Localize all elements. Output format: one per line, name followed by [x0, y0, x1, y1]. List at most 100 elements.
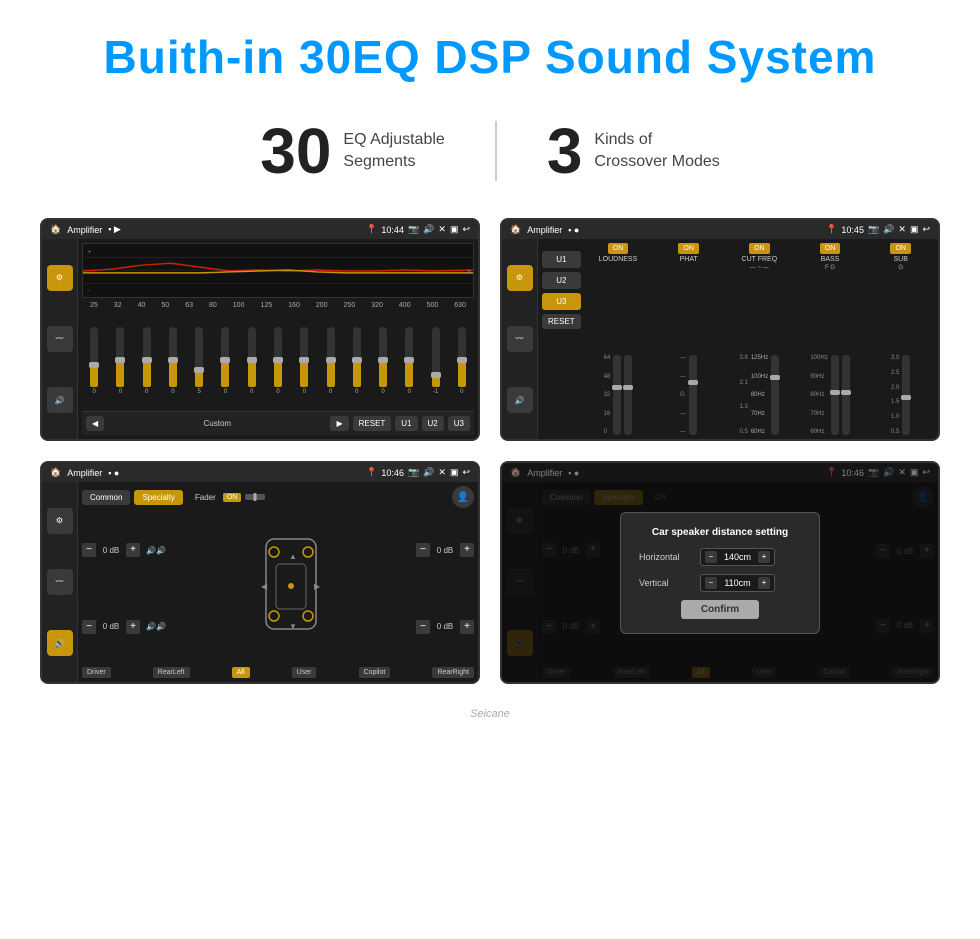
eq-next[interactable]: ▶ [330, 416, 348, 431]
back-icon-2[interactable]: ↩ [922, 224, 930, 235]
cross-btn-wave[interactable]: 〰 [507, 326, 533, 352]
sub-on[interactable]: ON [890, 243, 911, 254]
bass-on[interactable]: ON [820, 243, 841, 254]
eq-slider-9[interactable]: 0 [327, 327, 335, 395]
eq-slider-0[interactable]: 0 [90, 327, 98, 395]
mode-specialty[interactable]: Specialty [134, 490, 182, 505]
eq-slider-3[interactable]: 0 [169, 327, 177, 395]
spk-user[interactable]: User [292, 667, 317, 678]
phat-on[interactable]: ON [678, 243, 699, 254]
spk-all[interactable]: All [232, 667, 250, 678]
preset-u1[interactable]: U1 [542, 251, 581, 268]
eq-freq-labels: 2532405063 80100125160200 25032040050063… [82, 302, 474, 309]
vol-tl-plus[interactable]: + [126, 543, 140, 557]
vol-bl-minus[interactable]: − [82, 620, 96, 634]
svg-text:+: + [88, 250, 92, 256]
spec-btn-eq[interactable]: ⚙ [47, 508, 73, 534]
fader-slider[interactable] [245, 494, 265, 500]
spec-btn-vol[interactable]: 🔊 [47, 630, 73, 656]
vol-br-plus[interactable]: + [460, 620, 474, 634]
play-icons-2: ▪ ● [568, 225, 579, 235]
back-icon-1[interactable]: ↩ [462, 224, 470, 235]
cross-reset[interactable]: RESET [542, 314, 581, 329]
loudness-labels: 644832160 [604, 355, 611, 435]
home-icon-1[interactable]: 🏠 [50, 224, 61, 235]
vol-bl-plus[interactable]: + [126, 620, 140, 634]
eq-slider-10[interactable]: 0 [353, 327, 361, 395]
cutfreq-name: CUT FREQ [742, 256, 778, 263]
mode-common[interactable]: Common [82, 490, 130, 505]
volume-icon-1: 🔊 [423, 224, 434, 235]
vol-br-minus[interactable]: − [416, 620, 430, 634]
eq-prev[interactable]: ◀ [86, 416, 104, 431]
spk-copilot[interactable]: Copilot [359, 667, 391, 678]
cutfreq-sliders: 3.82.11.30.5 125Hz100Hz80Hz70Hz60Hz [740, 273, 780, 435]
bass-slider2[interactable] [842, 355, 850, 435]
eq-slider-8[interactable]: 0 [300, 327, 308, 395]
spk-driver[interactable]: Driver [82, 667, 111, 678]
loudness-slider2[interactable] [624, 355, 632, 435]
eq-u2[interactable]: U2 [422, 416, 444, 431]
vol-tr-plus[interactable]: + [460, 543, 474, 557]
horizontal-plus[interactable]: + [758, 551, 770, 563]
cutfreq-on[interactable]: ON [749, 243, 770, 254]
sub-name: SUB [893, 256, 907, 263]
eq-slider-2[interactable]: 0 [143, 327, 151, 395]
x-icon-3[interactable]: ✕ [438, 467, 446, 478]
eq-slider-5[interactable]: 0 [221, 327, 229, 395]
eq-slider-11[interactable]: 0 [379, 327, 387, 395]
vol-tl-value: 0 dB [100, 546, 122, 555]
eq-slider-1[interactable]: 0 [116, 327, 124, 395]
square-icon-2[interactable]: ▣ [910, 224, 919, 235]
app-title-1: Amplifier [67, 225, 102, 235]
volume-icon-2: 🔊 [883, 224, 894, 235]
vertical-plus[interactable]: + [758, 577, 770, 589]
loudness-on[interactable]: ON [608, 243, 629, 254]
loudness-slider1[interactable] [613, 355, 621, 435]
eq-slider-7[interactable]: 0 [274, 327, 282, 395]
x-icon-2[interactable]: ✕ [898, 224, 906, 235]
square-icon-3[interactable]: ▣ [450, 467, 459, 478]
sub-slider1[interactable] [902, 355, 910, 435]
horizontal-minus[interactable]: − [705, 551, 717, 563]
square-icon-1[interactable]: ▣ [450, 224, 459, 235]
spk-rearleft[interactable]: RearLeft [153, 667, 190, 678]
vertical-minus[interactable]: − [705, 577, 717, 589]
eq-slider-12[interactable]: 0 [405, 327, 413, 395]
preset-u2[interactable]: U2 [542, 272, 581, 289]
preset-u3[interactable]: U3 [542, 293, 581, 310]
spec-btn-wave[interactable]: 〰 [47, 569, 73, 595]
horizontal-value: 140cm [720, 552, 755, 562]
eq-reset[interactable]: RESET [353, 416, 392, 431]
eq-slider-14[interactable]: 0 [458, 327, 466, 395]
eq-slider-13[interactable]: -1 [432, 327, 440, 395]
home-icon-3[interactable]: 🏠 [50, 467, 61, 478]
eq-u3[interactable]: U3 [448, 416, 470, 431]
fader-controls [245, 494, 265, 500]
spk-rearright[interactable]: RearRight [432, 667, 474, 678]
eq-slider-4[interactable]: 5 [195, 327, 203, 395]
eq-arrow-right[interactable]: » [467, 266, 471, 275]
vol-tr-minus[interactable]: − [416, 543, 430, 557]
back-icon-3[interactable]: ↩ [462, 467, 470, 478]
eq-u1[interactable]: U1 [395, 416, 417, 431]
vol-tr: − 0 dB + [416, 543, 474, 557]
horizontal-label: Horizontal [639, 552, 694, 562]
cutfreq-slider1[interactable] [771, 355, 779, 435]
vol-tl-minus[interactable]: − [82, 543, 96, 557]
confirm-button[interactable]: Confirm [681, 600, 759, 619]
bass-slider1[interactable] [831, 355, 839, 435]
eq-btn-wave[interactable]: 〰 [47, 326, 73, 352]
location-icon-3: 📍 [366, 467, 377, 478]
cross-btn-eq[interactable]: ⚙ [507, 265, 533, 291]
x-icon-1[interactable]: ✕ [438, 224, 446, 235]
phat-slider1[interactable] [689, 355, 697, 435]
eq-btn-vol[interactable]: 🔊 [47, 387, 73, 413]
user-icon[interactable]: 👤 [452, 486, 474, 508]
home-icon-2[interactable]: 🏠 [510, 224, 521, 235]
eq-slider-6[interactable]: 0 [248, 327, 256, 395]
specialty-content: ⚙ 〰 🔊 Common Specialty Fader ON 👤 [42, 482, 478, 682]
bass-name: BASS [821, 256, 840, 263]
cross-btn-vol[interactable]: 🔊 [507, 387, 533, 413]
eq-btn-eq[interactable]: ⚙ [47, 265, 73, 291]
